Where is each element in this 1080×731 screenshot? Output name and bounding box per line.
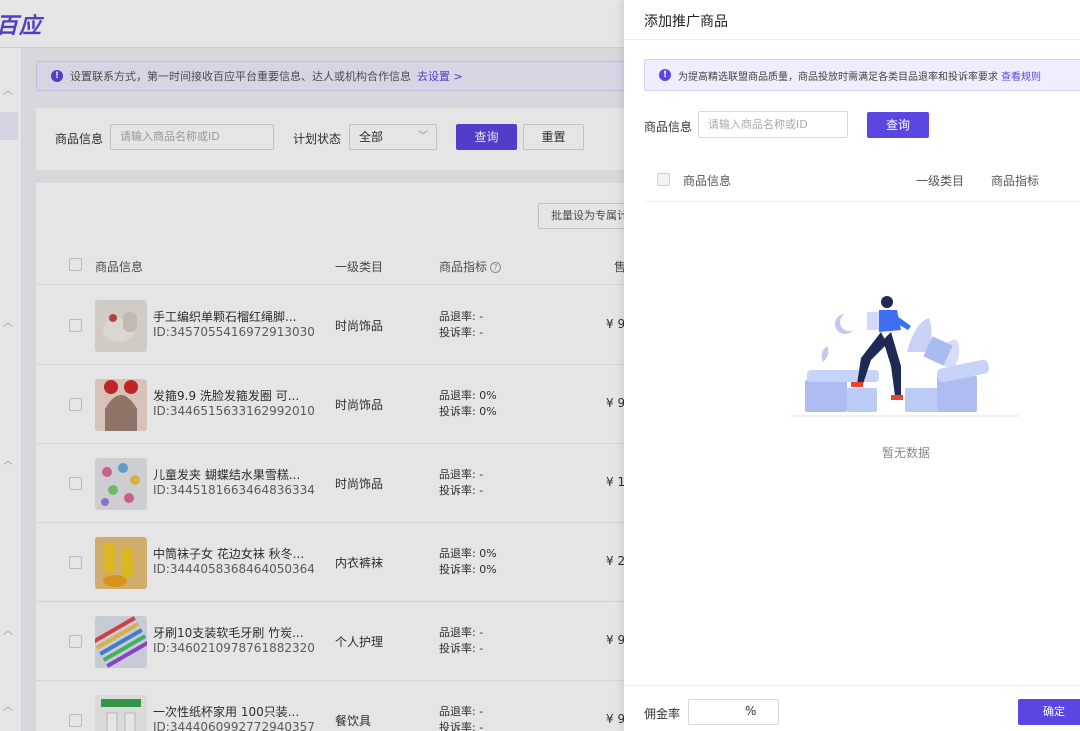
drawer-title: 添加推广商品 xyxy=(644,14,728,30)
add-product-drawer: 添加推广商品 ! 为提高精选联盟商品质量，商品投放时需满足各类目品退率和投诉率要… xyxy=(624,0,1080,731)
info-icon: ! xyxy=(659,69,671,81)
drawer-col-product-info: 商品信息 xyxy=(683,174,732,188)
commission-rate-input[interactable]: % xyxy=(688,699,779,725)
drawer-table-header: 商品信息 一级类目 商品指标 xyxy=(644,160,1080,202)
view-rules-link[interactable]: 查看规则 xyxy=(1001,68,1041,83)
percent-unit: % xyxy=(745,704,757,718)
drawer-divider xyxy=(624,39,1080,40)
drawer-col-metrics: 商品指标 xyxy=(991,174,1040,188)
commission-rate-label: 佣金率 xyxy=(644,707,681,721)
confirm-button[interactable]: 确定 xyxy=(1018,699,1080,725)
drawer-notice-text: 为提高精选联盟商品质量，商品投放时需满足各类目品退率和投诉率要求 xyxy=(678,71,998,83)
drawer-product-search-input[interactable]: 请输入商品名称或ID xyxy=(698,111,848,138)
empty-state-text: 暂无数据 xyxy=(881,446,930,460)
drawer-col-category: 一级类目 xyxy=(916,174,965,188)
drawer-footer: 佣金率 % 确定 xyxy=(624,685,1080,731)
drawer-select-all-checkbox[interactable] xyxy=(657,173,670,186)
drawer-notice-banner: ! 为提高精选联盟商品质量，商品投放时需满足各类目品退率和投诉率要求 查看规则 xyxy=(644,59,1080,91)
drawer-product-label: 商品信息 xyxy=(644,120,693,134)
drawer-query-button[interactable]: 查询 xyxy=(867,112,929,138)
empty-state-illustration xyxy=(787,292,1023,422)
